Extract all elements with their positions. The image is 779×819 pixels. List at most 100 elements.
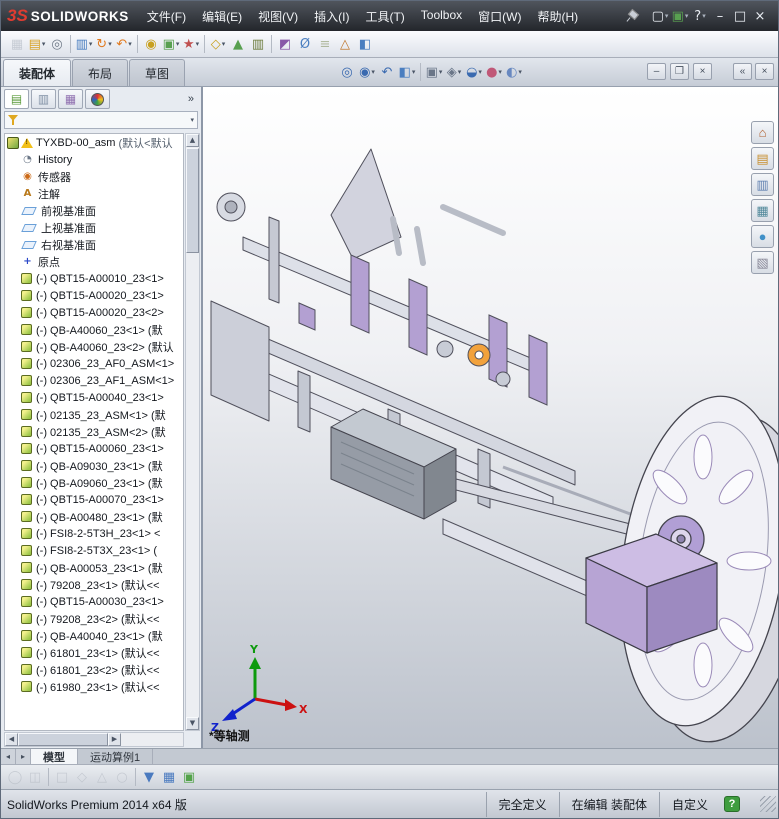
tree-item-17[interactable]: (-) QBT15-A00060_23<1>: [5, 440, 183, 457]
tree-item-15[interactable]: (-) 02135_23_ASM<1> (默: [5, 406, 183, 423]
tree-item-2[interactable]: A 注解: [5, 185, 183, 202]
graphics-viewport[interactable]: Y X Z *等轴测 ⌂ ▤ ▥ ▦ ● ▧: [203, 87, 778, 748]
move-component-icon[interactable]: ↶ ▾: [114, 33, 134, 55]
filter-toggle-icon[interactable]: ▼: [139, 766, 159, 788]
file-properties-icon[interactable]: ▣ ▾: [670, 5, 690, 27]
menu-item-6[interactable]: 窗口(W): [470, 3, 529, 30]
filter-input[interactable]: [22, 114, 189, 126]
tree-item-29[interactable]: (-) 61801_23<1> (默认<<: [5, 644, 183, 661]
tree-item-21[interactable]: (-) QB-A00480_23<1> (默: [5, 508, 183, 525]
section-view-icon[interactable]: ◧ ▾: [397, 61, 417, 83]
tabs-scroll-left-icon[interactable]: ◂: [1, 749, 16, 764]
tree-item-1[interactable]: ◉ 传感器: [5, 168, 183, 185]
tree-item-16[interactable]: (-) 02135_23_ASM<2> (默: [5, 423, 183, 440]
attachment-icon[interactable]: ◎: [47, 33, 67, 55]
tree-item-26[interactable]: (-) QBT15-A00030_23<1>: [5, 593, 183, 610]
tree-item-10[interactable]: (-) QB-A40060_23<1> (默: [5, 321, 183, 338]
tree-item-11[interactable]: (-) QB-A40060_23<2> (默认: [5, 338, 183, 355]
open-document-icon[interactable]: ▤ ▾: [27, 33, 47, 55]
notes-toggle-icon[interactable]: ▣: [179, 766, 199, 788]
section-tool-icon[interactable]: ◧: [355, 33, 375, 55]
panel-overflow-chevron[interactable]: »: [188, 93, 198, 105]
assembly-features-icon[interactable]: ▲: [228, 33, 248, 55]
property-manager-tab[interactable]: ▥: [31, 89, 56, 109]
menu-item-2[interactable]: 视图(V): [250, 3, 306, 30]
configuration-manager-tab[interactable]: ▦: [58, 89, 83, 109]
display-style-icon[interactable]: ◈ ▾: [444, 61, 464, 83]
tree-item-24[interactable]: (-) QB-A00053_23<1> (默: [5, 559, 183, 576]
tree-root-item[interactable]: TYXBD-00_asm(默认<默认: [5, 134, 183, 151]
tabs-scroll-right-icon[interactable]: ▸: [16, 749, 31, 764]
tree-item-0[interactable]: ◔ History: [5, 151, 183, 168]
scroll-right-icon[interactable]: ▶: [108, 733, 121, 746]
mass-properties-icon[interactable]: ≡: [315, 33, 335, 55]
quick-tips-icon[interactable]: ?: [724, 796, 740, 812]
frame-tool-icon[interactable]: □: [52, 766, 72, 788]
exploded-view-icon[interactable]: △: [335, 33, 355, 55]
menu-item-5[interactable]: Toolbox: [413, 3, 470, 30]
vertical-scroll-thumb[interactable]: [186, 148, 199, 253]
custom-properties-icon[interactable]: ▧: [751, 251, 774, 274]
tree-item-13[interactable]: (-) 02306_23_AF1_ASM<1>: [5, 372, 183, 389]
mask-tool-icon[interactable]: ◯: [5, 766, 25, 788]
tree-item-8[interactable]: (-) QBT15-A00020_23<1>: [5, 287, 183, 304]
taskpane-close-icon[interactable]: ×: [755, 63, 774, 80]
circle-tool-icon[interactable]: ○: [112, 766, 132, 788]
horizontal-scroll-thumb[interactable]: [18, 733, 108, 746]
new-document-icon[interactable]: ▢ ▾: [650, 5, 670, 27]
edit-appearance-icon[interactable]: ● ▾: [484, 61, 504, 83]
tree-item-3[interactable]: 前视基准面: [5, 202, 183, 219]
edit-component-icon[interactable]: ▦: [7, 33, 27, 55]
doc-restore-icon[interactable]: ❐: [670, 63, 689, 80]
zoom-fit-icon[interactable]: ◎: [337, 61, 357, 83]
zoom-area-icon[interactable]: ◉ ▾: [357, 61, 377, 83]
smart-fasteners-icon[interactable]: ★ ▾: [181, 33, 201, 55]
bill-of-materials-icon[interactable]: ▥: [248, 33, 268, 55]
doc-minimize-icon[interactable]: –: [647, 63, 666, 80]
tree-horizontal-scrollbar[interactable]: ◀ ▶: [4, 732, 184, 747]
design-library-icon[interactable]: ▤: [751, 147, 774, 170]
tree-item-4[interactable]: 上视基准面: [5, 219, 183, 236]
maximize-icon[interactable]: □: [730, 5, 750, 27]
tree-item-19[interactable]: (-) QB-A09060_23<1> (默: [5, 474, 183, 491]
display-manager-tab[interactable]: [85, 89, 110, 109]
command-tab-2[interactable]: 草图: [129, 59, 186, 86]
solidworks-resources-icon[interactable]: ⌂: [751, 121, 774, 144]
insert-component-icon[interactable]: ▣ ▾: [161, 33, 181, 55]
apply-scene-icon[interactable]: ◐ ▾: [504, 61, 524, 83]
close-icon[interactable]: ×: [750, 5, 770, 27]
pair-tool-icon[interactable]: ◫: [25, 766, 45, 788]
previous-view-icon[interactable]: ↶: [377, 61, 397, 83]
interference-detection-icon[interactable]: ◩: [275, 33, 295, 55]
status-custom-menu[interactable]: 自定义: [658, 791, 720, 817]
filter-caret-icon[interactable]: ▾: [190, 116, 194, 124]
component-pattern-icon[interactable]: ▥ ▾: [74, 33, 94, 55]
tree-item-18[interactable]: (-) QB-A09030_23<1> (默: [5, 457, 183, 474]
help-icon[interactable]: ? ▾: [690, 5, 710, 27]
tree-item-25[interactable]: (-) 79208_23<1> (默认<<: [5, 576, 183, 593]
command-tab-1[interactable]: 布局: [72, 59, 129, 86]
diamond-tool-icon[interactable]: ◇: [72, 766, 92, 788]
appearances-scenes-icon[interactable]: ●: [751, 225, 774, 248]
resize-grip[interactable]: [760, 796, 776, 812]
tree-item-28[interactable]: (-) QB-A40040_23<1> (默: [5, 627, 183, 644]
tree-item-30[interactable]: (-) 61801_23<2> (默认<<: [5, 661, 183, 678]
scroll-down-icon[interactable]: ▼: [186, 717, 199, 730]
mate-icon[interactable]: ◉: [141, 33, 161, 55]
triangle-tool-icon[interactable]: △: [92, 766, 112, 788]
measure-icon[interactable]: Ø: [295, 33, 315, 55]
menu-item-0[interactable]: 文件(F): [139, 3, 194, 30]
scroll-left-icon[interactable]: ◀: [5, 733, 18, 746]
minimize-icon[interactable]: –: [710, 5, 730, 27]
view-palette-icon[interactable]: ▦: [751, 199, 774, 222]
menu-item-3[interactable]: 插入(I): [306, 3, 357, 30]
menu-item-7[interactable]: 帮助(H): [529, 3, 586, 30]
model-tab-1[interactable]: 运动算例1: [78, 749, 154, 764]
tree-item-12[interactable]: (-) 02306_23_AF0_ASM<1>: [5, 355, 183, 372]
doc-close-icon[interactable]: ×: [693, 63, 712, 80]
tree-item-6[interactable]: + 原点: [5, 253, 183, 270]
taskpane-collapse-icon[interactable]: «: [733, 63, 752, 80]
grid-toggle-icon[interactable]: ▦: [159, 766, 179, 788]
tree-item-5[interactable]: 右视基准面: [5, 236, 183, 253]
model-tab-0[interactable]: 模型: [31, 749, 78, 764]
